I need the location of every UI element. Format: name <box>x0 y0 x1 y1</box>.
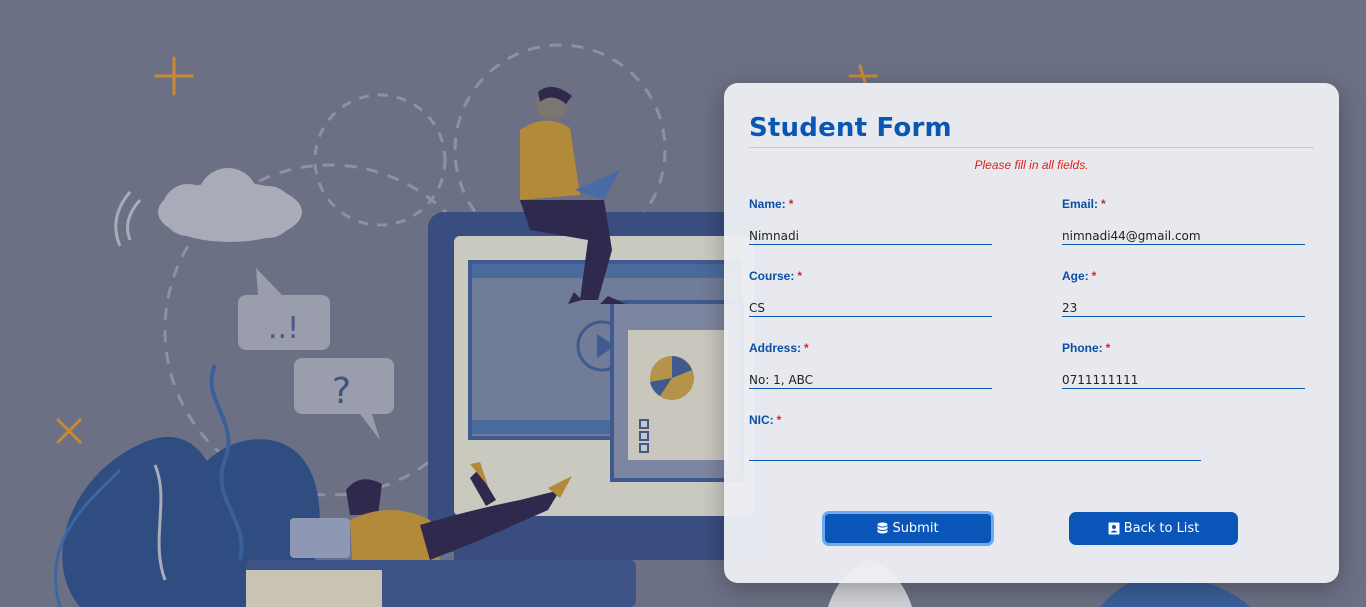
name-label: Name: * <box>749 197 794 211</box>
database-icon <box>877 522 888 535</box>
required-mark: * <box>797 269 803 283</box>
age-input[interactable] <box>1062 297 1305 317</box>
back-to-list-button[interactable]: Back to List <box>1069 512 1238 545</box>
title-divider <box>749 147 1314 148</box>
age-field: Age: * <box>1062 269 1305 317</box>
required-mark: * <box>1091 269 1097 283</box>
svg-text:?: ? <box>332 371 351 412</box>
submit-button-label: Submit <box>892 521 939 536</box>
nic-field: NIC: * <box>749 413 1201 461</box>
required-mark: * <box>776 413 782 427</box>
email-input[interactable] <box>1062 225 1305 245</box>
phone-label: Phone: * <box>1062 341 1111 355</box>
address-book-icon <box>1108 522 1120 535</box>
course-field: Course: * <box>749 269 992 317</box>
nic-input[interactable] <box>749 441 1201 461</box>
required-mark: * <box>1101 197 1106 211</box>
svg-text:..!: ..! <box>268 311 299 346</box>
address-label: Address: * <box>749 341 809 355</box>
required-mark: * <box>1105 341 1111 355</box>
required-mark: * <box>804 341 809 355</box>
address-input[interactable] <box>749 369 992 389</box>
address-field: Address: * <box>749 341 992 389</box>
email-label: Email: * <box>1062 197 1106 211</box>
course-input[interactable] <box>749 297 992 317</box>
student-form-card: Student Form Please fill in all fields. … <box>724 83 1339 583</box>
name-field: Name: * <box>749 197 992 245</box>
course-label: Course: * <box>749 269 803 283</box>
submit-button[interactable]: Submit <box>822 511 994 546</box>
required-fields-notice: Please fill in all fields. <box>974 158 1089 172</box>
phone-field: Phone: * <box>1062 341 1305 389</box>
required-mark: * <box>788 197 794 211</box>
age-label: Age: * <box>1062 269 1097 283</box>
email-field: Email: * <box>1062 197 1305 245</box>
nic-label: NIC: * <box>749 413 782 427</box>
form-title: Student Form <box>749 113 952 143</box>
phone-input[interactable] <box>1062 369 1305 389</box>
name-input[interactable] <box>749 225 992 245</box>
back-to-list-button-label: Back to List <box>1123 521 1200 536</box>
